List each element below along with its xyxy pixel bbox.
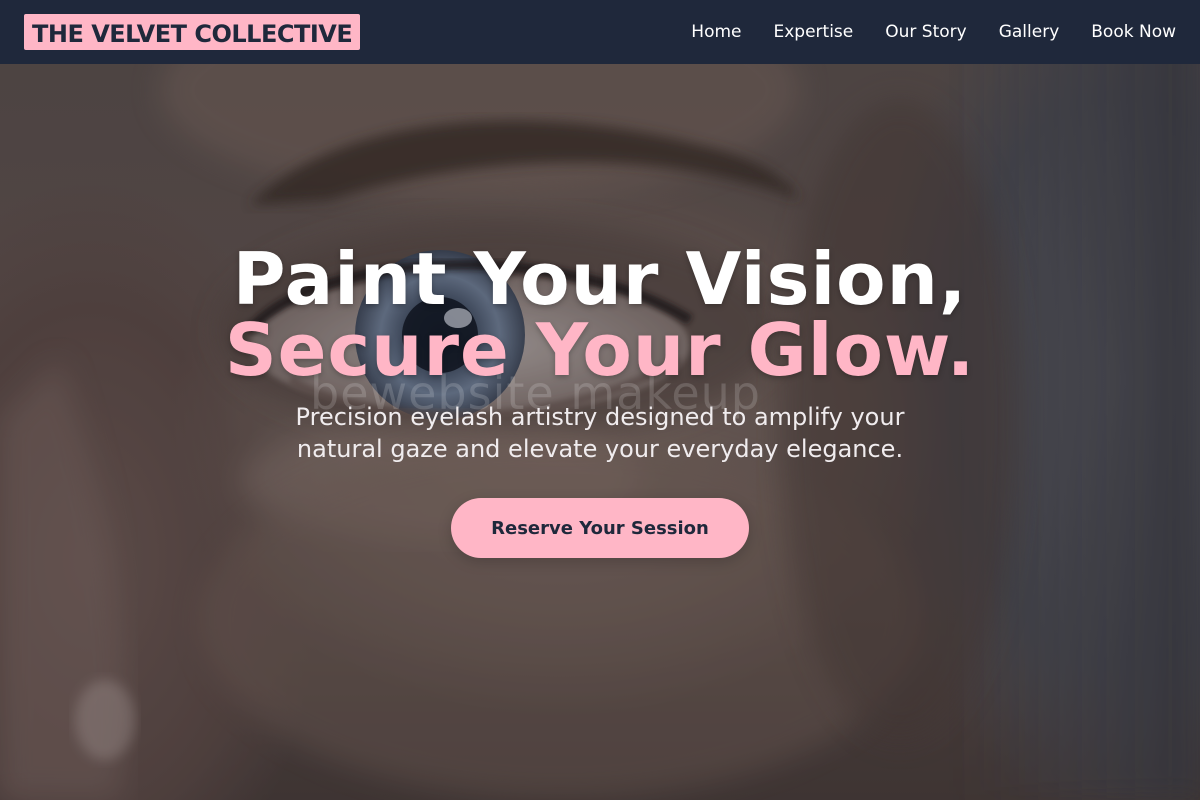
hero-headline-line-2: Secure Your Glow. (224, 308, 976, 392)
reserve-session-button[interactable]: Reserve Your Session (451, 498, 749, 558)
nav-link-gallery[interactable]: Gallery (999, 22, 1060, 42)
brand-logo[interactable]: THE VELVET COLLECTIVE (24, 14, 361, 50)
nav-link-our-story[interactable]: Our Story (885, 22, 966, 42)
top-navbar: THE VELVET COLLECTIVE Home Expertise Our… (0, 0, 1200, 64)
nav-link-book-now[interactable]: Book Now (1091, 22, 1176, 42)
nav-link-expertise[interactable]: Expertise (774, 22, 854, 42)
hero-subtitle: Precision eyelash artistry designed to a… (295, 403, 905, 463)
nav-links: Home Expertise Our Story Gallery Book No… (691, 22, 1176, 42)
hero-headline-line-1: Paint Your Vision, (232, 237, 968, 321)
hero-section: Paint Your Vision, Secure Your Glow. Pre… (0, 0, 1200, 800)
nav-link-home[interactable]: Home (691, 22, 741, 42)
page: bewebsite makeup THE VELVET COLLECTIVE H… (0, 0, 1200, 800)
